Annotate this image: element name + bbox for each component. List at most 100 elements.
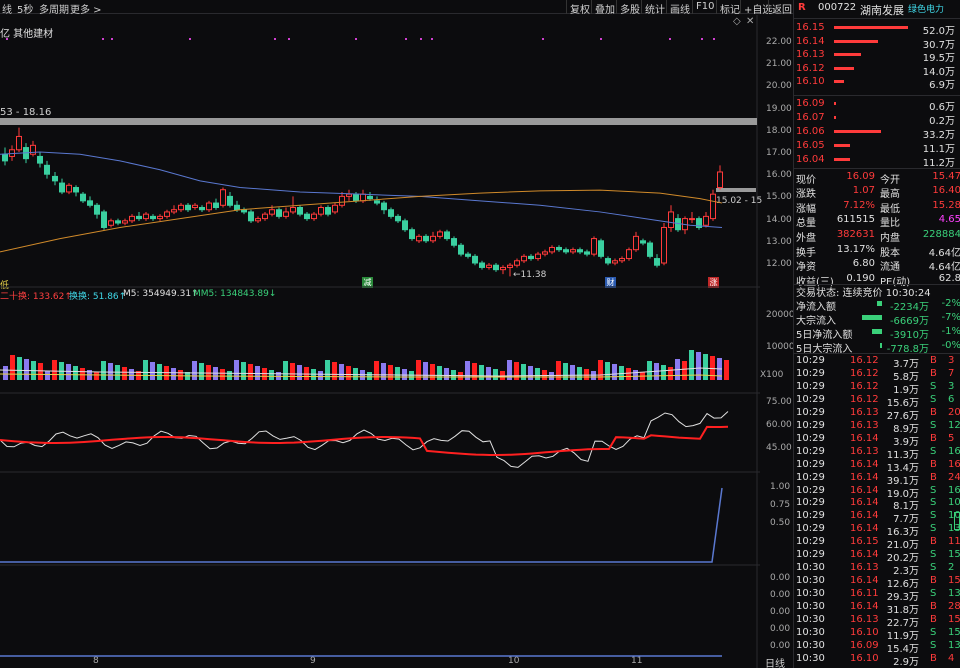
candle-body xyxy=(388,209,394,217)
ask-level-row[interactable]: 16.13 19.5万 xyxy=(796,49,960,64)
candle-body xyxy=(346,193,352,197)
bid-volume-bar xyxy=(834,116,836,119)
tick-time: 10:29 xyxy=(796,536,825,548)
toolbar-back-button[interactable]: 返回 xyxy=(772,1,792,16)
tick-side: S xyxy=(930,445,937,457)
tick-side: S xyxy=(930,549,937,561)
volume-bar xyxy=(45,371,50,380)
tick-time: 10:29 xyxy=(796,406,825,418)
candle-body xyxy=(325,207,331,215)
tick-side: B xyxy=(930,355,937,366)
candle-body xyxy=(577,249,583,253)
ask-level-row[interactable]: 16.10 6.9万 xyxy=(796,76,960,91)
bid-level-row[interactable]: 16.05 11.1万 xyxy=(796,140,960,155)
trade-tick-row: 10:29 16.12 15.6万 S 6 xyxy=(796,393,960,409)
tick-count: 28 xyxy=(948,601,960,613)
stock-name[interactable]: 湖南发展 xyxy=(860,2,904,18)
stat-row: 总量 611515 量比 4.65 xyxy=(796,214,960,229)
trade-tick-row: 10:30 16.11 29.3万 S 13 xyxy=(796,588,960,603)
candle-body xyxy=(87,200,93,206)
candle-body xyxy=(437,231,443,237)
fund-flow-row: 5日净流入额 -3910万 -1% xyxy=(796,326,960,341)
signal-dot xyxy=(6,38,8,40)
volume-bar xyxy=(339,364,344,380)
toolbar-5s-item[interactable]: 5秒 xyxy=(17,1,33,16)
volume-bar xyxy=(234,360,239,380)
stat-label-right: 最高 xyxy=(880,189,900,201)
tick-price: 16.14 xyxy=(850,575,879,587)
tick-price: 16.15 xyxy=(850,536,879,548)
candle-body xyxy=(514,260,520,266)
candle-body xyxy=(521,255,527,262)
toolbar-more-item[interactable]: 更多 > xyxy=(70,1,102,16)
toolbar-draw-button[interactable]: 画线 xyxy=(670,1,690,16)
stat-row: 涨幅 7.12% 最低 15.28 xyxy=(796,200,960,215)
candle-body xyxy=(108,220,114,226)
tick-price: 16.14 xyxy=(850,549,879,561)
volume-bar xyxy=(227,371,232,380)
tick-time: 10:29 xyxy=(796,510,825,522)
toolbar-overlay-button[interactable]: 叠加 xyxy=(595,1,615,16)
fund-flow-row: 大宗流入 -6669万 -7% xyxy=(796,312,960,327)
candle-body xyxy=(199,207,205,211)
candle-body xyxy=(451,238,457,246)
candle-body xyxy=(52,175,58,182)
tick-side: B xyxy=(930,536,937,548)
candle-body xyxy=(318,207,324,215)
volume-bar xyxy=(66,364,71,380)
volume-bar xyxy=(199,363,204,380)
ma-line-blue xyxy=(0,151,723,228)
candle-body xyxy=(661,226,667,264)
toolbar-f10-button[interactable]: F10 xyxy=(696,1,714,12)
stat-label-left: 涨跌 xyxy=(796,189,816,201)
signal-dot xyxy=(669,38,671,40)
tick-side: S xyxy=(930,562,937,574)
trade-tick-row: 10:30 16.09 15.4万 S 13 xyxy=(796,640,960,655)
candle-body xyxy=(255,218,261,222)
volume-bar xyxy=(451,370,456,380)
ask-level-row[interactable]: 16.15 52.0万 xyxy=(796,22,960,37)
ask-level-row[interactable]: 16.14 30.7万 xyxy=(796,36,960,51)
tick-price: 16.10 xyxy=(850,652,879,664)
candle-body xyxy=(16,135,22,151)
volume-bar xyxy=(73,366,78,380)
flow-pct: -2% xyxy=(941,298,960,309)
scroll-thumb[interactable] xyxy=(954,512,960,530)
volume-bar xyxy=(269,370,274,380)
stat-value-left: 16.09 xyxy=(846,171,875,182)
trade-tick-row: 10:29 16.14 20.2万 S 15 xyxy=(796,549,960,564)
bid-level-row[interactable]: 16.04 11.2万 xyxy=(796,154,960,169)
ask-level-row[interactable]: 16.12 14.0万 xyxy=(796,63,960,78)
tick-count: 5 xyxy=(948,432,955,444)
toolbar-adjust-button[interactable]: 复权 xyxy=(570,1,590,16)
candle-body xyxy=(703,215,709,226)
concept-tag[interactable]: 绿色电力 xyxy=(908,2,944,15)
bid-level-row[interactable]: 16.07 0.2万 xyxy=(796,112,960,127)
toolbar-multi-period-item[interactable]: 多周期 xyxy=(39,1,69,16)
tick-time: 10:29 xyxy=(796,549,825,561)
toolbar-mark-button[interactable]: 标记 xyxy=(720,1,740,16)
ask-volume-bar xyxy=(834,26,908,29)
candle-body xyxy=(129,215,135,222)
candle-body xyxy=(206,202,212,211)
bid-level-row[interactable]: 16.06 33.2万 xyxy=(796,126,960,141)
oscillator-line-red xyxy=(0,425,729,456)
tick-side: S xyxy=(930,393,937,405)
signal-dot xyxy=(420,38,422,40)
toolbar-multi-stock-button[interactable]: 多股 xyxy=(620,1,640,16)
kline-chart[interactable] xyxy=(0,15,793,668)
tick-time: 10:30 xyxy=(796,562,825,574)
toolbar-line-item[interactable]: 线 xyxy=(2,1,12,16)
candle-body xyxy=(549,246,555,253)
tick-count: 10 xyxy=(948,497,960,509)
candle-body xyxy=(2,153,8,162)
tick-time: 10:29 xyxy=(796,445,825,457)
candle-body xyxy=(717,171,723,189)
tick-count: 7 xyxy=(948,367,955,379)
bid-level-row[interactable]: 16.09 0.6万 xyxy=(796,98,960,113)
candle-body xyxy=(164,211,170,217)
tick-side: S xyxy=(930,380,937,392)
toolbar-stats-button[interactable]: 统计 xyxy=(645,1,665,16)
candle-body xyxy=(402,220,408,231)
tick-time: 10:29 xyxy=(796,523,825,535)
